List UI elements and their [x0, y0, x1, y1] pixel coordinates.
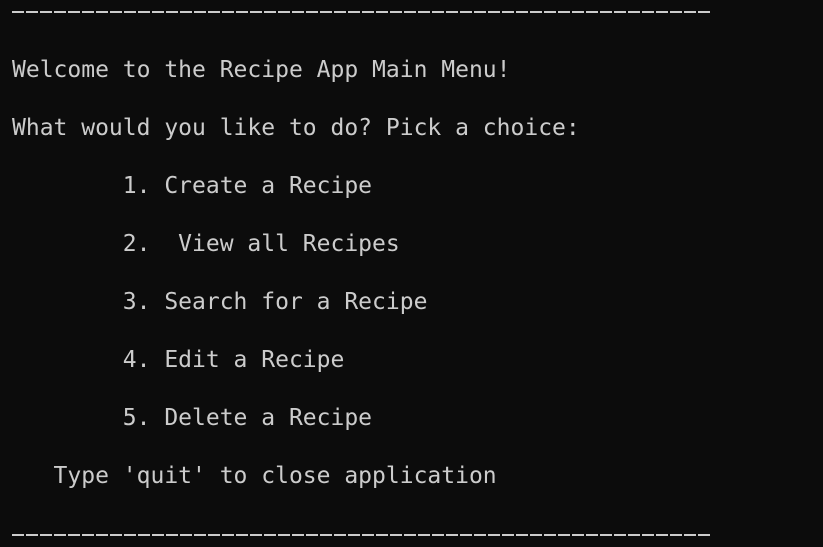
menu-option-search: 3. Search for a Recipe [12, 289, 428, 315]
terminal-window[interactable]: Welcome to the Recipe App Main Menu! Wha… [0, 0, 823, 547]
choice-prompt: What would you like to do? Pick a choice… [12, 115, 580, 141]
menu-option-delete: 5. Delete a Recipe [12, 405, 373, 431]
menu-option-create: 1. Create a Recipe [12, 173, 373, 199]
welcome-text: Welcome to the Recipe App Main Menu! [12, 57, 511, 83]
menu-option-edit: 4. Edit a Recipe [12, 347, 345, 373]
top-divider [12, 11, 712, 13]
menu-option-view-all: 2. View all Recipes [12, 231, 400, 257]
bottom-divider [12, 534, 712, 536]
quit-hint: Type 'quit' to close application [12, 463, 497, 489]
